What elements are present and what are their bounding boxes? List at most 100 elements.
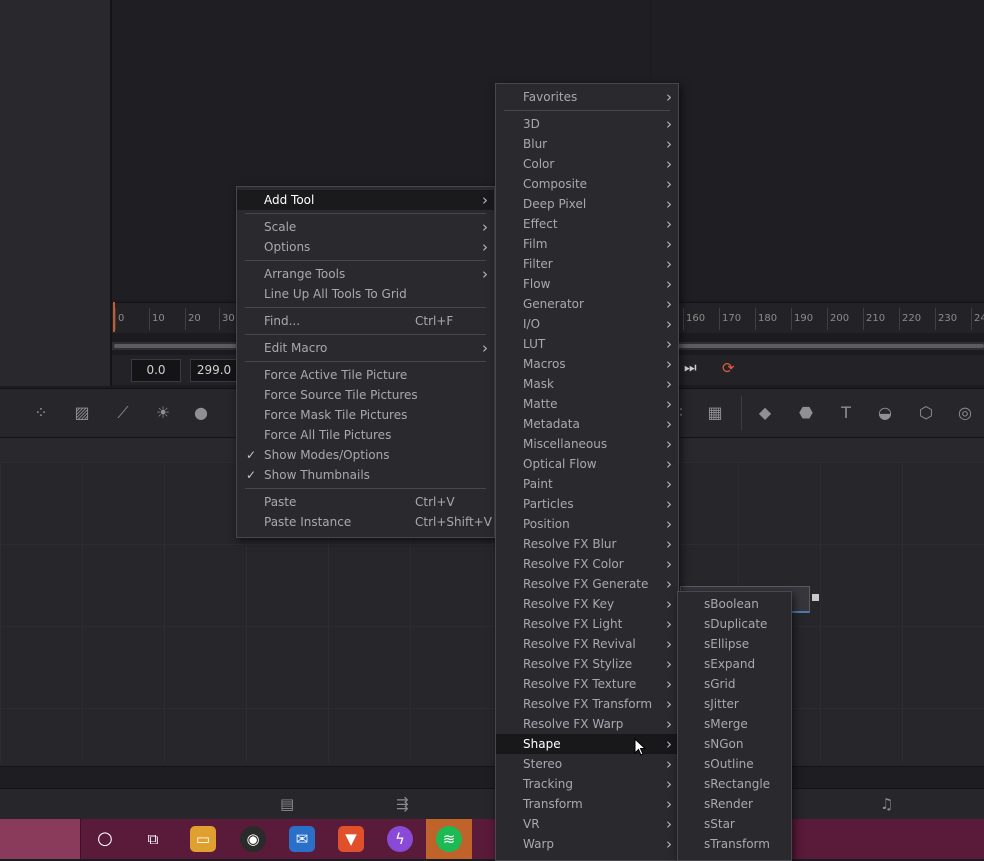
menu-item-resolve-fx-color[interactable]: Resolve FX Color › xyxy=(496,554,678,574)
menu-item-soutline[interactable]: sOutline xyxy=(678,754,791,774)
menu-item-sstar[interactable]: sStar xyxy=(678,814,791,834)
menu-item-favorites[interactable]: Favorites › xyxy=(496,87,678,107)
menu-item-resolve-fx-warp[interactable]: Resolve FX Warp › xyxy=(496,714,678,734)
menu-item-vr[interactable]: VR › xyxy=(496,814,678,834)
menu-item-i-o[interactable]: I/O › xyxy=(496,314,678,334)
menu-item-sgrid[interactable]: sGrid xyxy=(678,674,791,694)
menu-item-stransform[interactable]: sTransform xyxy=(678,834,791,854)
menu-item-3d[interactable]: 3D › xyxy=(496,114,678,134)
node-output-port[interactable] xyxy=(812,594,819,601)
text3d-icon[interactable]: T xyxy=(835,402,857,424)
task-view-icon[interactable]: ⧉ xyxy=(140,826,166,852)
menu-item-force-source-tile-pictures[interactable]: Force Source Tile Pictures xyxy=(237,385,494,405)
menu-item-edit-macro[interactable]: Edit Macro › xyxy=(237,338,494,358)
menu-item-composite[interactable]: Composite › xyxy=(496,174,678,194)
gradient-icon[interactable]: ▨ xyxy=(71,402,93,424)
menu-item-resolve-fx-blur[interactable]: Resolve FX Blur › xyxy=(496,534,678,554)
menu-item-macros[interactable]: Macros › xyxy=(496,354,678,374)
menu-item-sjitter[interactable]: sJitter xyxy=(678,694,791,714)
menu-item-deep-pixel[interactable]: Deep Pixel › xyxy=(496,194,678,214)
mail-icon[interactable]: ✉ xyxy=(289,826,315,852)
mask-icon[interactable]: ▦ xyxy=(704,402,726,424)
file-explorer-icon[interactable]: ▭ xyxy=(190,826,216,852)
menu-item-show-modes-options[interactable]: ✓ Show Modes/Options xyxy=(237,445,494,465)
menu-item-particles[interactable]: Particles › xyxy=(496,494,678,514)
menu-item-add-tool[interactable]: Add Tool › xyxy=(237,190,494,210)
ruler-tick xyxy=(219,308,220,330)
merge3d-icon[interactable]: ◒ xyxy=(874,402,896,424)
loop-icon[interactable]: ⟳ xyxy=(722,359,735,377)
menu-item-resolve-fx-generate[interactable]: Resolve FX Generate › xyxy=(496,574,678,594)
messenger-icon[interactable]: ϟ xyxy=(387,826,413,852)
menu-item-options[interactable]: Options › xyxy=(237,237,494,257)
menu-item-transform[interactable]: Transform › xyxy=(496,794,678,814)
menu-item-srender[interactable]: sRender xyxy=(678,794,791,814)
light-icon[interactable]: ◎ xyxy=(954,402,976,424)
menu-item-color[interactable]: Color › xyxy=(496,154,678,174)
menu-item-resolve-fx-light[interactable]: Resolve FX Light › xyxy=(496,614,678,634)
menu-item-sduplicate[interactable]: sDuplicate xyxy=(678,614,791,634)
menu-item-arrange-tools[interactable]: Arrange Tools › xyxy=(237,264,494,284)
menu-item-srectangle[interactable]: sRectangle xyxy=(678,774,791,794)
menu-item-position[interactable]: Position › xyxy=(496,514,678,534)
menu-item-label: Force Mask Tile Pictures xyxy=(264,408,408,422)
render-end-field[interactable]: 299.0 xyxy=(190,359,238,382)
menu-item-optical-flow[interactable]: Optical Flow › xyxy=(496,454,678,474)
menu-item-line-up-all-tools-to-grid[interactable]: Line Up All Tools To Grid xyxy=(237,284,494,304)
menu-item-miscellaneous[interactable]: Miscellaneous › xyxy=(496,434,678,454)
menu-item-lut[interactable]: LUT › xyxy=(496,334,678,354)
menu-item-paste[interactable]: Paste Ctrl+V xyxy=(237,492,494,512)
shape3d-icon[interactable]: ⬣ xyxy=(795,402,817,424)
menu-item-filter[interactable]: Filter › xyxy=(496,254,678,274)
menu-item-paint[interactable]: Paint › xyxy=(496,474,678,494)
menu-item-smerge[interactable]: sMerge xyxy=(678,714,791,734)
menu-item-flow[interactable]: Flow › xyxy=(496,274,678,294)
menu-item-force-active-tile-picture[interactable]: Force Active Tile Picture xyxy=(237,365,494,385)
curve-icon[interactable]: ⟋ xyxy=(112,402,134,424)
cortana-icon[interactable]: ○ xyxy=(92,826,118,852)
brightness-icon[interactable]: ☀ xyxy=(152,402,174,424)
spotify-icon[interactable]: ≋ xyxy=(436,826,462,852)
menu-item-resolve-fx-revival[interactable]: Resolve FX Revival › xyxy=(496,634,678,654)
media-page-icon[interactable]: ▤ xyxy=(280,795,294,813)
menu-item-sellipse[interactable]: sEllipse xyxy=(678,634,791,654)
menu-item-show-thumbnails[interactable]: ✓ Show Thumbnails xyxy=(237,465,494,485)
menu-item-effect[interactable]: Effect › xyxy=(496,214,678,234)
menu-item-force-mask-tile-pictures[interactable]: Force Mask Tile Pictures xyxy=(237,405,494,425)
menu-item-warp[interactable]: Warp › xyxy=(496,834,678,854)
menu-item-resolve-fx-key[interactable]: Resolve FX Key › xyxy=(496,594,678,614)
menu-item-resolve-fx-stylize[interactable]: Resolve FX Stylize › xyxy=(496,654,678,674)
menu-item-force-all-tile-pictures[interactable]: Force All Tile Pictures xyxy=(237,425,494,445)
menu-item-matte[interactable]: Matte › xyxy=(496,394,678,414)
brave-icon[interactable]: ▼ xyxy=(338,826,364,852)
menu-item-generator[interactable]: Generator › xyxy=(496,294,678,314)
menu-item-metadata[interactable]: Metadata › xyxy=(496,414,678,434)
menu-item-resolve-fx-texture[interactable]: Resolve FX Texture › xyxy=(496,674,678,694)
playhead[interactable] xyxy=(113,302,115,332)
obs-icon[interactable]: ◉ xyxy=(240,826,266,852)
menu-item-sngon[interactable]: sNGon xyxy=(678,734,791,754)
menu-item-scale[interactable]: Scale › xyxy=(237,217,494,237)
menu-item-film[interactable]: Film › xyxy=(496,234,678,254)
menu-item-paste-instance[interactable]: Paste Instance Ctrl+Shift+V xyxy=(237,512,494,532)
menu-item-shape[interactable]: Shape › xyxy=(496,734,678,754)
menu-item-tracking[interactable]: Tracking › xyxy=(496,774,678,794)
taskbar-search-area[interactable] xyxy=(0,819,81,859)
fairlight-page-icon[interactable]: ♫ xyxy=(880,795,893,813)
plane-icon[interactable]: ◆ xyxy=(754,402,776,424)
menu-item-sexpand[interactable]: sExpand xyxy=(678,654,791,674)
menu-separator xyxy=(245,361,486,362)
menu-item-stereo[interactable]: Stereo › xyxy=(496,754,678,774)
menu-item-resolve-fx-transform[interactable]: Resolve FX Transform › xyxy=(496,694,678,714)
box3d-icon[interactable]: ⬡ xyxy=(915,402,937,424)
particle-icon[interactable]: ⁘ xyxy=(30,402,52,424)
menu-item-blur[interactable]: Blur › xyxy=(496,134,678,154)
viewer-right xyxy=(652,0,984,300)
edit-page-icon[interactable]: ⇶ xyxy=(396,795,409,813)
drop-icon[interactable]: ● xyxy=(190,402,212,424)
skip-to-end-icon[interactable]: ⏭ xyxy=(684,360,697,376)
render-start-field[interactable]: 0.0 xyxy=(131,359,181,382)
menu-item-mask[interactable]: Mask › xyxy=(496,374,678,394)
menu-item-find[interactable]: Find... Ctrl+F xyxy=(237,311,494,331)
menu-item-sboolean[interactable]: sBoolean xyxy=(678,594,791,614)
